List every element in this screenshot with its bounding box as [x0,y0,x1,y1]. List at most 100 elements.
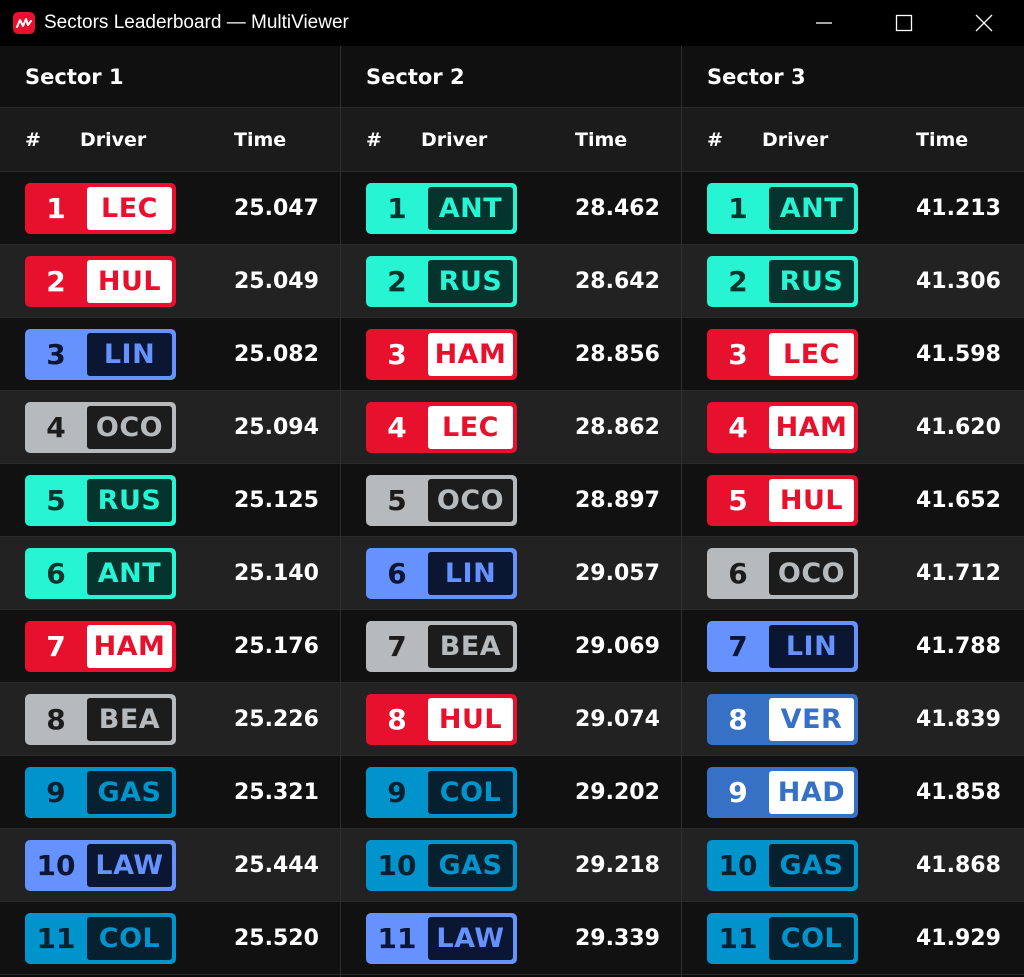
sector-time: 25.140 [234,560,319,586]
position-number: 6 [728,556,748,590]
driver-code: HUL [87,259,172,303]
sector-time: 41.652 [916,487,1001,513]
driver-tag: 11 LAW [366,912,517,964]
leaderboard-row[interactable]: 11 LAW 29.339 [341,902,681,975]
header-time[interactable]: Time [916,129,968,151]
sector-time: 29.057 [575,560,660,586]
header-driver[interactable]: Driver [421,129,487,151]
leaderboard-row[interactable]: 4 OCO 25.094 [0,391,340,464]
sector-time: 25.082 [234,341,319,367]
leaderboard-row[interactable]: 3 LIN 25.082 [0,318,340,391]
leaderboard-row[interactable]: 6 LIN 29.057 [341,537,681,610]
leaderboard-row[interactable]: 2 HUL 25.049 [0,245,340,318]
position-number: 7 [728,629,748,663]
leaderboard-row[interactable]: 5 HUL 41.652 [682,464,1024,537]
sector-time: 28.862 [575,414,660,440]
position-number: 7 [46,629,66,663]
position-number: 3 [728,337,748,371]
header-position[interactable]: # [707,129,723,151]
close-button[interactable] [944,0,1024,46]
driver-tag: 6 LIN [366,547,517,599]
header-position[interactable]: # [25,129,41,151]
header-time[interactable]: Time [234,129,286,151]
leaderboard-row[interactable]: 4 LEC 28.862 [341,391,681,464]
leaderboard-row[interactable]: 9 GAS 25.321 [0,756,340,829]
sector-time: 25.520 [234,925,319,951]
driver-tag: 11 COL [25,912,176,964]
column-headers: # Driver Time [682,108,1024,172]
leaderboard-row[interactable]: 7 HAM 25.176 [0,610,340,683]
position-number: 4 [387,410,407,444]
leaderboard-row[interactable]: 1 LEC 25.047 [0,172,340,245]
sector-time: 25.049 [234,268,319,294]
title-bar[interactable]: Sectors Leaderboard — MultiViewer [0,0,1024,46]
leaderboard-row[interactable]: 7 LIN 41.788 [682,610,1024,683]
leaderboard-row[interactable]: 4 HAM 41.620 [682,391,1024,464]
leaderboard-row[interactable]: 3 LEC 41.598 [682,318,1024,391]
leaderboard-row[interactable]: 8 BEA 25.226 [0,683,340,756]
leaderboard-row[interactable]: 8 VER 41.839 [682,683,1024,756]
driver-code: COL [428,770,513,814]
driver-code: OCO [87,405,172,449]
driver-tag: 3 LEC [707,328,858,380]
leaderboard-row[interactable]: 5 OCO 28.897 [341,464,681,537]
minimize-button[interactable] [784,0,864,46]
driver-tag: 5 HUL [707,474,858,526]
leaderboard-row[interactable]: 9 HAD 41.858 [682,756,1024,829]
leaderboard-row[interactable]: 1 ANT 41.213 [682,172,1024,245]
header-driver[interactable]: Driver [762,129,828,151]
sector-time: 29.218 [575,852,660,878]
driver-code: RUS [428,259,513,303]
driver-tag: 8 VER [707,693,858,745]
leaderboard-row[interactable]: 7 BEA 29.069 [341,610,681,683]
leaderboard-row[interactable]: 2 RUS 41.306 [682,245,1024,318]
sector-time: 41.306 [916,268,1001,294]
driver-tag: 6 OCO [707,547,858,599]
leaderboard-row[interactable]: 1 ANT 28.462 [341,172,681,245]
leaderboard-row[interactable]: 6 ANT 25.140 [0,537,340,610]
leaderboard-row[interactable]: 9 COL 29.202 [341,756,681,829]
header-driver[interactable]: Driver [80,129,146,151]
driver-tag: 7 BEA [366,620,517,672]
driver-tag: 2 RUS [366,255,517,307]
leaderboard-row[interactable]: 10 LAW 25.444 [0,829,340,902]
leaderboard-row[interactable]: 11 COL 25.520 [0,902,340,975]
maximize-button[interactable] [864,0,944,46]
leaderboard-row[interactable]: 8 HUL 29.074 [341,683,681,756]
leaderboard-row[interactable]: 6 OCO 41.712 [682,537,1024,610]
header-position[interactable]: # [366,129,382,151]
sector-time: 25.444 [234,852,319,878]
driver-code: ANT [769,186,854,230]
driver-tag: 5 RUS [25,474,176,526]
close-icon [975,14,993,32]
window-controls [784,0,1024,46]
driver-code: VER [769,697,854,741]
sectors-leaderboard: Sector 1 # Driver Time 1 LEC 25.047 2 HUL 25.049 3… [0,46,1024,977]
sector-time: 25.125 [234,487,319,513]
position-number: 1 [728,191,748,225]
driver-tag: 8 BEA [25,693,176,745]
leaderboard-row[interactable]: 10 GAS 29.218 [341,829,681,902]
position-number: 8 [46,702,66,736]
sector-time: 28.856 [575,341,660,367]
driver-tag: 3 HAM [366,328,517,380]
sector-column: Sector 1 # Driver Time 1 LEC 25.047 2 HUL 25.049 3… [0,46,341,977]
driver-code: LAW [87,843,172,887]
leaderboard-row[interactable]: 10 GAS 41.868 [682,829,1024,902]
sector-title: Sector 3 [682,46,1024,108]
sector-time: 28.897 [575,487,660,513]
leaderboard-row[interactable]: 2 RUS 28.642 [341,245,681,318]
position-number: 9 [46,775,66,809]
leaderboard-row[interactable]: 5 RUS 25.125 [0,464,340,537]
position-number: 8 [728,702,748,736]
leaderboard-row[interactable]: 11 COL 41.929 [682,902,1024,975]
driver-tag: 1 LEC [25,182,176,234]
multiviewer-logo-icon [13,12,35,34]
driver-code: LEC [769,332,854,376]
leaderboard-row[interactable]: 3 HAM 28.856 [341,318,681,391]
header-time[interactable]: Time [575,129,627,151]
sector-time: 28.462 [575,195,660,221]
driver-tag: 6 ANT [25,547,176,599]
sector-time: 25.094 [234,414,319,440]
driver-tag: 9 GAS [25,766,176,818]
